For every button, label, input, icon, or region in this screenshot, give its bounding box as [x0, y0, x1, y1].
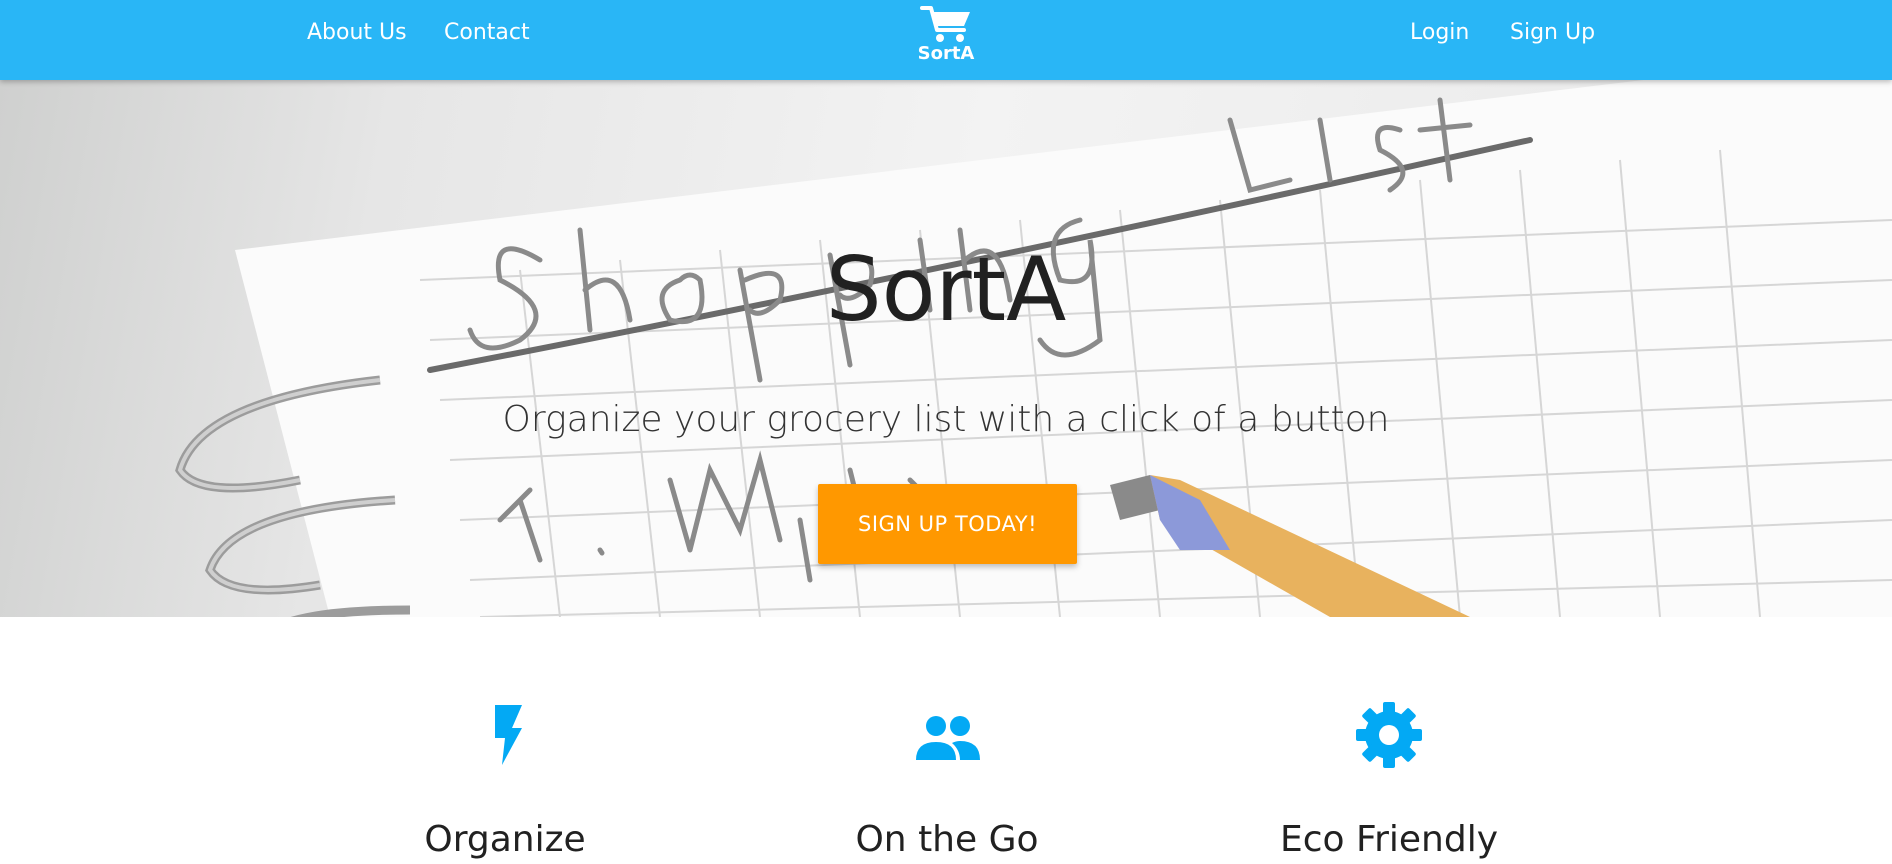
nav-login-link[interactable]: Login — [1410, 20, 1469, 46]
brand-name: SortA — [917, 43, 975, 64]
gear-icon — [1356, 702, 1422, 768]
feature-title: Eco Friendly — [1279, 819, 1499, 860]
brand-logo-link[interactable]: SortA — [906, 0, 986, 80]
signup-today-button[interactable]: SIGN UP TODAY! — [818, 484, 1077, 564]
feature-on-the-go: On the Go — [697, 700, 1197, 864]
feature-title: Organize — [424, 819, 586, 860]
nav-contact-link[interactable]: Contact — [444, 20, 530, 46]
people-icon — [916, 716, 980, 760]
feature-eco-friendly: Eco Friendly — [1139, 700, 1639, 864]
hero-subtitle: Organize your grocery list with a click … — [502, 399, 1390, 440]
top-navbar: About Us Contact SortA Login Sign Up — [0, 0, 1892, 80]
bolt-icon — [495, 705, 522, 765]
hero-banner: SortA Organize your grocery list with a … — [0, 80, 1892, 617]
nav-about-link[interactable]: About Us — [307, 20, 407, 46]
hero-title: SortA — [825, 238, 1067, 341]
shopping-cart-icon — [920, 6, 970, 42]
nav-signup-link[interactable]: Sign Up — [1510, 20, 1595, 46]
feature-title: On the Go — [855, 819, 1039, 860]
feature-organize: Organize — [255, 700, 755, 864]
